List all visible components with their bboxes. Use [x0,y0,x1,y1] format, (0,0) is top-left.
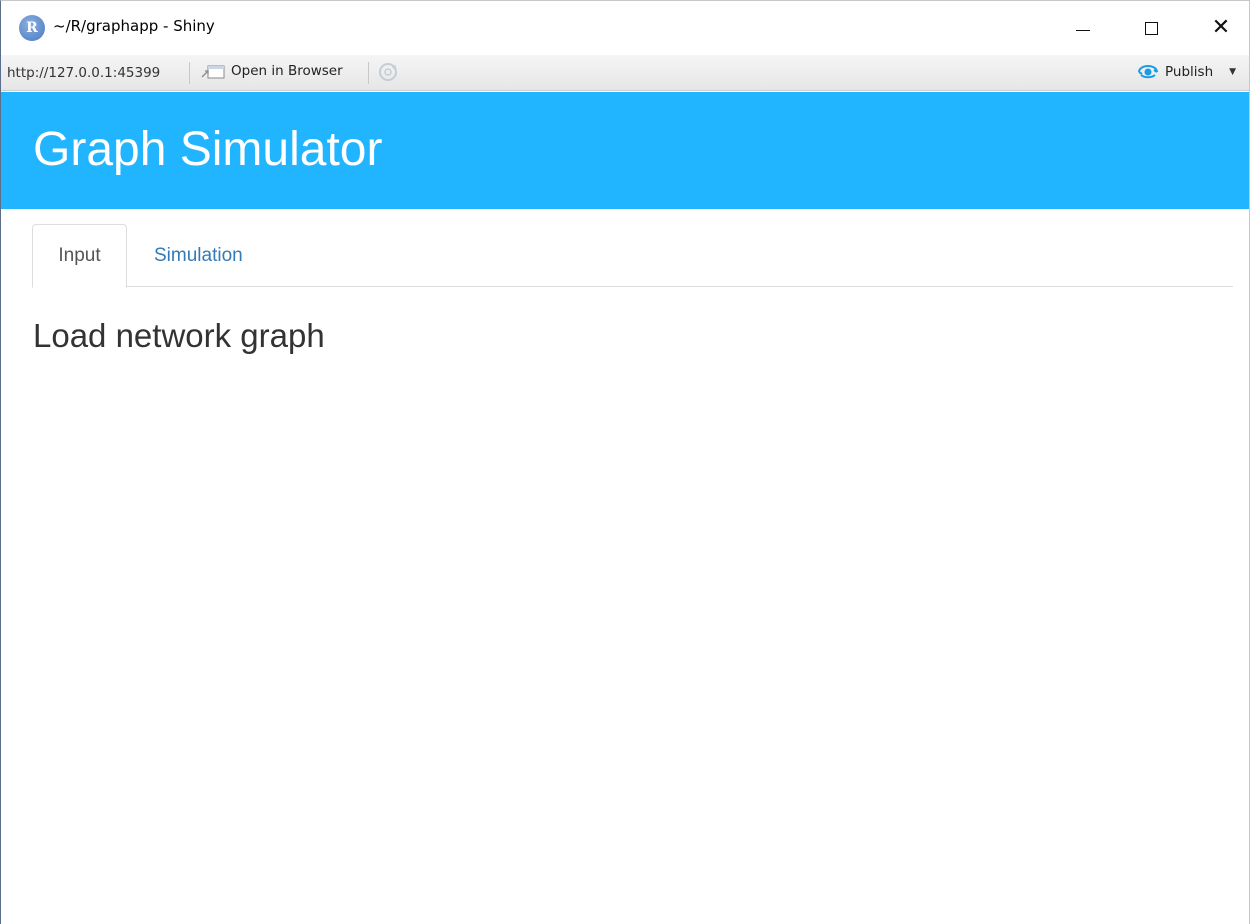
title-bar: R ~/R/graphapp - Shiny ✕ [1,1,1249,55]
toolbar-divider [189,62,190,84]
app-title: Graph Simulator [33,123,383,176]
maximize-icon [1144,21,1158,35]
app-window: R ~/R/graphapp - Shiny ✕ http://127.0.0.… [0,0,1250,924]
open-browser-icon [201,65,225,79]
minimize-button[interactable] [1055,1,1111,55]
viewer-toolbar: http://127.0.0.1:45399 Open in Browser P… [1,55,1249,91]
tab-bar: Input Simulation [32,224,1233,288]
publish-icon [1138,65,1158,79]
tab-simulation[interactable]: Simulation [132,224,265,287]
section-heading: Load network graph [33,317,325,354]
app-header: Graph Simulator [1,92,1249,209]
toolbar-divider [368,62,369,84]
open-in-browser-button[interactable]: Open in Browser [201,63,343,79]
publish-dropdown-icon[interactable]: ▼ [1229,67,1236,77]
minimize-icon [1076,29,1090,31]
url-display: http://127.0.0.1:45399 [7,65,161,81]
open-in-browser-label: Open in Browser [231,63,343,79]
publish-label: Publish [1165,64,1214,80]
close-icon: ✕ [1211,15,1231,40]
publish-button[interactable]: Publish ▼ [1137,64,1236,80]
tab-input[interactable]: Input [32,224,127,288]
maximize-button[interactable] [1123,1,1179,55]
tab-input-label: Input [58,245,101,266]
refresh-icon[interactable] [377,61,399,83]
window-title: ~/R/graphapp - Shiny [53,17,215,35]
close-button[interactable]: ✕ [1193,1,1249,55]
tab-simulation-label: Simulation [154,244,243,266]
r-logo-icon: R [19,15,45,41]
